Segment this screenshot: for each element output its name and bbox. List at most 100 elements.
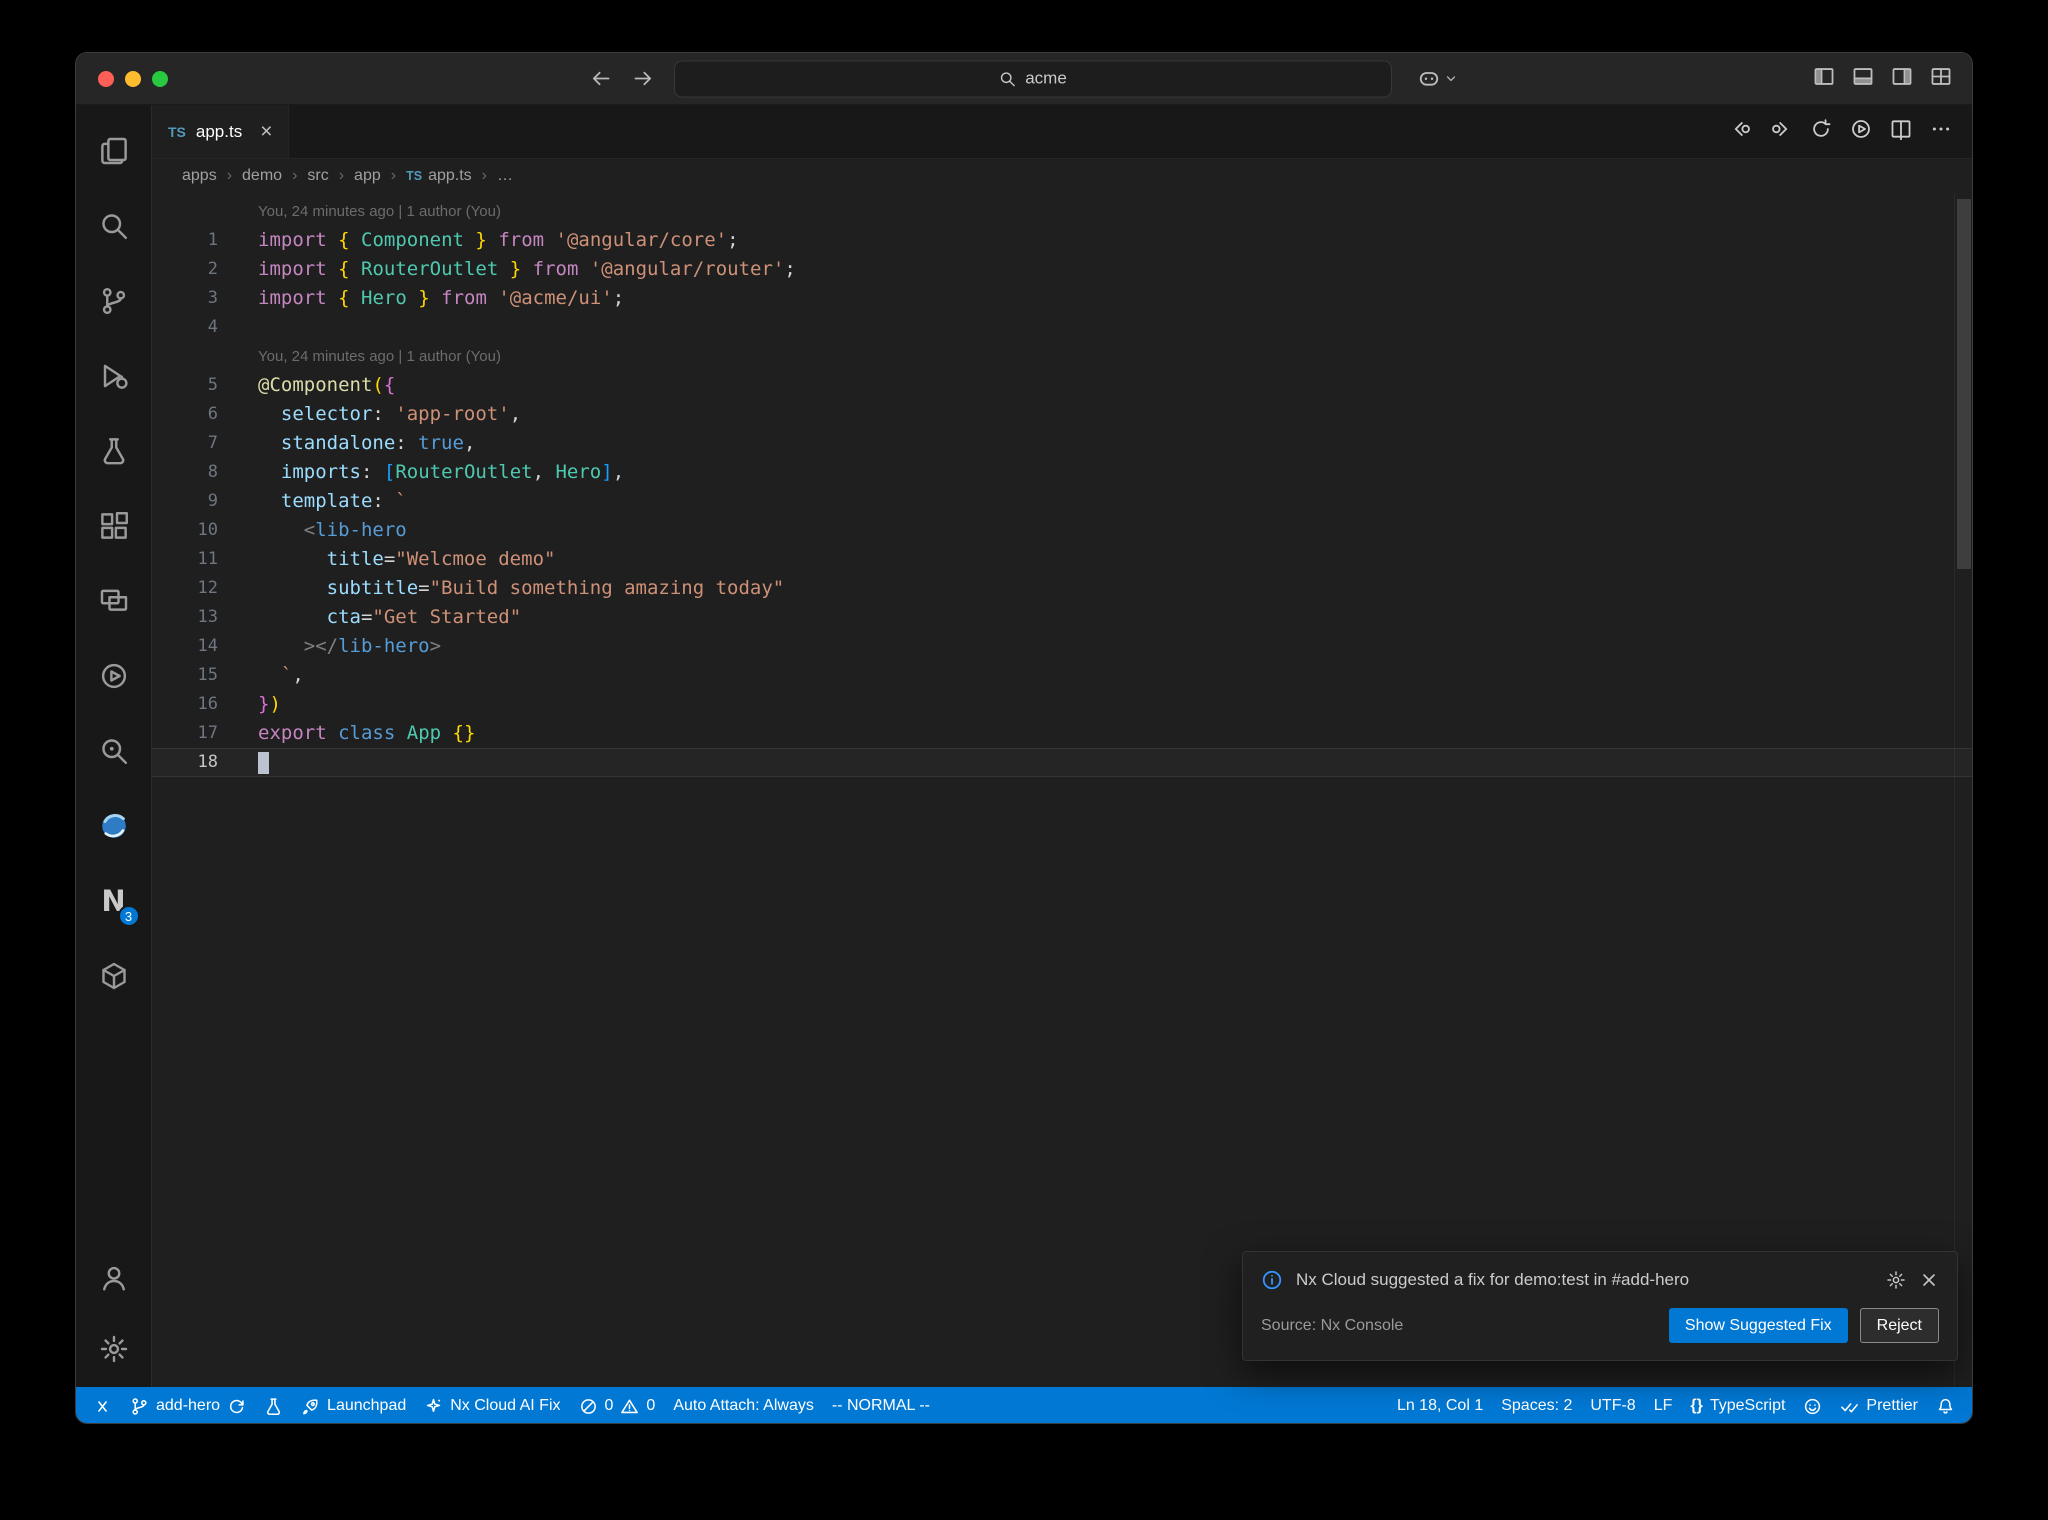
toggle-primary-sidebar-icon[interactable] [1813, 65, 1835, 92]
run-file-icon[interactable] [1850, 118, 1872, 145]
warning-icon [620, 1397, 639, 1416]
split-editor-icon[interactable] [1890, 118, 1912, 145]
code-line: 15 `, [152, 661, 1972, 690]
cursor-position[interactable]: Ln 18, Col 1 [1388, 1387, 1492, 1423]
code-line: 11 title="Welcmoe demo" [152, 545, 1972, 574]
toggle-panel-icon[interactable] [1852, 65, 1874, 92]
notification-settings-gear-icon[interactable] [1886, 1270, 1906, 1290]
breadcrumb-item[interactable]: apps [182, 167, 217, 185]
vim-mode[interactable]: -- NORMAL -- [823, 1387, 939, 1423]
zoom-button[interactable] [152, 70, 168, 87]
breadcrumb-item[interactable]: src [307, 167, 328, 185]
encoding[interactable]: UTF-8 [1581, 1387, 1644, 1423]
testing-icon [99, 436, 129, 466]
traffic-lights [98, 70, 168, 87]
toggle-secondary-sidebar-icon[interactable] [1891, 65, 1913, 92]
line-number: 2 [207, 259, 218, 279]
search-icon [999, 70, 1016, 87]
line-number: 7 [207, 433, 218, 453]
command-center-search[interactable]: acme [674, 60, 1392, 97]
show-suggested-fix-button[interactable]: Show Suggested Fix [1668, 1308, 1848, 1343]
line-number: 5 [207, 375, 218, 395]
copilot-menu[interactable] [1418, 68, 1458, 90]
blame-annotation: You, 24 minutes ago | 1 author (You) [152, 342, 1972, 371]
search-icon[interactable] [92, 204, 136, 248]
reject-button[interactable]: Reject [1859, 1308, 1939, 1343]
line-number: 8 [207, 462, 218, 482]
close-tab-icon[interactable]: × [260, 121, 272, 142]
settings-gear-icon[interactable] [92, 1327, 136, 1371]
line-number: 3 [207, 288, 218, 308]
notifications-bell[interactable] [1927, 1387, 1964, 1423]
play-circle-icon[interactable] [92, 654, 136, 698]
eol[interactable]: LF [1645, 1387, 1682, 1423]
breadcrumb-separator-icon: › [390, 167, 397, 184]
run-file-icon [1850, 118, 1872, 140]
remote-explorer-icon[interactable] [92, 579, 136, 623]
next-change-icon[interactable] [1770, 118, 1792, 145]
checkdouble-icon [1840, 1397, 1859, 1416]
remote-indicator[interactable] [84, 1387, 121, 1423]
run-debug-icon[interactable] [92, 354, 136, 398]
play-circle-icon [99, 661, 129, 691]
code-line: 5 @Component({ [152, 371, 1972, 400]
explorer-icon[interactable] [92, 129, 136, 173]
smiley-icon [1803, 1397, 1822, 1416]
minimize-button[interactable] [125, 70, 141, 87]
code-line: 4 [152, 313, 1972, 342]
customize-layout-icon [1930, 65, 1952, 87]
more-actions-icon[interactable] [1930, 118, 1952, 145]
titlebar: acme [76, 53, 1972, 105]
toggle-panel-icon [1852, 65, 1874, 87]
rocket-icon [301, 1397, 320, 1416]
split-editor-icon [1890, 118, 1912, 140]
nx-icon[interactable]: N3 [92, 879, 140, 927]
prettier[interactable]: Prettier [1831, 1387, 1927, 1423]
beaker-icon [264, 1397, 283, 1416]
close-button[interactable] [98, 70, 114, 87]
tests-status[interactable] [255, 1387, 292, 1423]
close-notification-icon[interactable] [1919, 1270, 1939, 1290]
code-line: 10 <lib-hero [152, 516, 1972, 545]
feedback-smiley[interactable] [1794, 1387, 1831, 1423]
tab-app-ts[interactable]: TS app.ts × [152, 105, 290, 158]
search-value: acme [1025, 68, 1067, 88]
nx-launchpad[interactable]: Launchpad [292, 1387, 415, 1423]
line-number: 11 [197, 549, 218, 569]
code-line: 3 import { Hero } from '@acme/ui'; [152, 284, 1972, 313]
previous-change-icon[interactable] [1730, 118, 1752, 145]
accounts-icon[interactable] [92, 1256, 136, 1300]
edge-devtools-icon[interactable] [92, 804, 136, 848]
scrollbar-thumb[interactable] [1957, 199, 1971, 569]
code-line: 9 template: ` [152, 487, 1972, 516]
nx-cloud-ai-fix[interactable]: Nx Cloud AI Fix [415, 1387, 569, 1423]
language-mode[interactable]: {} TypeScript [1681, 1387, 1794, 1423]
problems[interactable]: 00 [570, 1387, 665, 1423]
vscode-window: acme N3 TS app.ts × apps › demo › src › … [75, 52, 1973, 1424]
code-line: 17 export class App {} [152, 719, 1972, 748]
edge-devtools-icon [99, 811, 129, 841]
breadcrumb-item[interactable]: app [354, 167, 381, 185]
customize-layout-icon[interactable] [1930, 65, 1952, 92]
references-icon[interactable] [92, 729, 136, 773]
breadcrumb-item[interactable]: TS app.ts [406, 165, 472, 187]
auto-attach[interactable]: Auto Attach: Always [664, 1387, 823, 1423]
breadcrumb-item[interactable]: demo [242, 167, 282, 185]
line-number: 17 [197, 723, 218, 743]
navigate-forward-icon[interactable] [632, 68, 654, 90]
indentation[interactable]: Spaces: 2 [1492, 1387, 1581, 1423]
testing-icon[interactable] [92, 429, 136, 473]
dev-container-icon[interactable] [92, 954, 136, 998]
navigate-back-icon[interactable] [590, 68, 612, 90]
extensions-icon[interactable] [92, 504, 136, 548]
line-number: 9 [207, 491, 218, 511]
blame-annotation: You, 24 minutes ago | 1 author (You) [152, 197, 1972, 226]
line-number: 14 [197, 636, 218, 656]
open-changes-icon[interactable] [1810, 118, 1832, 145]
source-control-icon[interactable] [92, 279, 136, 323]
notification-toast: Nx Cloud suggested a fix for demo:test i… [1242, 1251, 1958, 1361]
line-number: 6 [207, 404, 218, 424]
breadcrumb-item[interactable]: … [497, 167, 513, 185]
git-branch-status[interactable]: add-hero [121, 1387, 255, 1423]
code-editor[interactable]: You, 24 minutes ago | 1 author (You) 1 imp… [152, 193, 1972, 1387]
